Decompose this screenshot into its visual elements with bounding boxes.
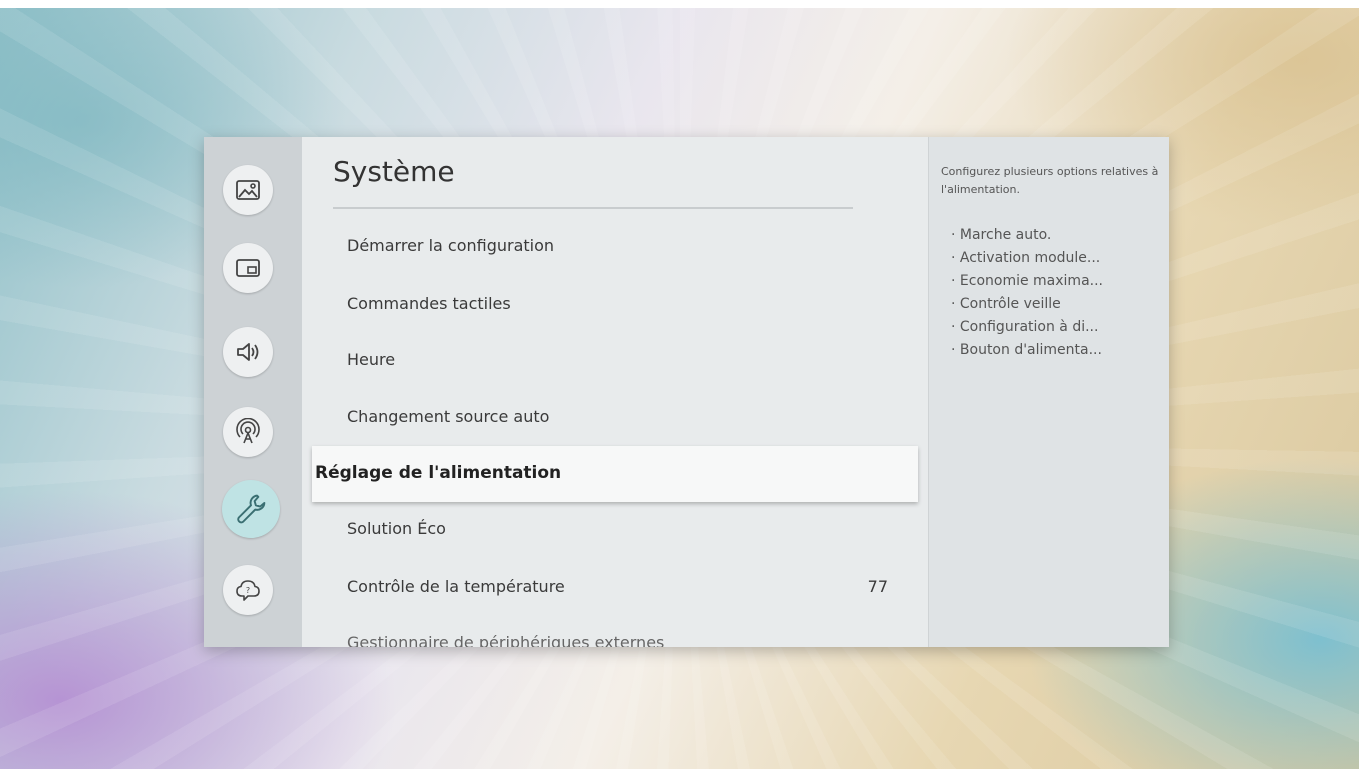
description-pane: Configurez plusieurs options relatives à…: [928, 137, 1169, 647]
page-title: Système: [333, 155, 455, 188]
list-item: · Contrôle veille: [951, 296, 1061, 312]
settings-panel: ? Système Démarrer la configuration Comm…: [204, 137, 1169, 647]
menu-item-external-devices[interactable]: Gestionnaire de périphériques externes: [302, 605, 928, 647]
list-item: · Configuration à di...: [951, 319, 1099, 335]
menu-item-time[interactable]: Heure: [302, 333, 928, 389]
menu-item-label: Gestionnaire de périphériques externes: [347, 633, 665, 647]
menu-item-label: Démarrer la configuration: [347, 236, 555, 255]
list-item: · Marche auto.: [951, 227, 1052, 243]
wrench-icon: [237, 494, 266, 524]
list-item: · Activation module...: [951, 250, 1101, 266]
rail-item-sound[interactable]: [223, 327, 273, 377]
menu-item-label: Contrôle de la température: [347, 577, 565, 596]
sound-icon: [237, 343, 259, 361]
menu-item-power-settings[interactable]: Réglage de l'alimentation: [312, 446, 918, 502]
rail-item-general[interactable]: [222, 480, 280, 538]
option-list: · Marche auto. · Activation module... · …: [951, 227, 1166, 365]
broadcast-icon: [236, 418, 260, 444]
picture-in-picture-icon: [236, 259, 260, 277]
rail-item-picture[interactable]: [223, 165, 273, 215]
menu-item-label: Commandes tactiles: [347, 294, 511, 313]
menu-item-label: Heure: [347, 350, 396, 369]
menu-item-auto-source[interactable]: Changement source auto: [302, 390, 928, 446]
menu-item-eco-solution[interactable]: Solution Éco: [302, 502, 928, 558]
menu-item-label: Changement source auto: [347, 407, 550, 426]
list-item: · Bouton d'alimenta...: [951, 342, 1102, 358]
picture-icon: [236, 180, 260, 200]
rail-item-support[interactable]: ?: [223, 565, 273, 615]
rail-item-broadcast[interactable]: [223, 407, 273, 457]
system-menu: Système Démarrer la configuration Comman…: [302, 137, 928, 647]
menu-item-touch-controls[interactable]: Commandes tactiles: [302, 277, 928, 333]
category-rail: ?: [204, 137, 302, 647]
top-border: [0, 0, 1359, 8]
support-icon: ?: [236, 580, 260, 601]
menu-item-value: 77: [867, 577, 888, 596]
list-item: · Economie maxima...: [951, 273, 1103, 289]
description-text: Configurez plusieurs options relatives à…: [941, 165, 1159, 196]
svg-text:?: ?: [246, 586, 250, 595]
menu-item-label: Solution Éco: [347, 519, 446, 538]
title-divider: [333, 207, 853, 209]
rail-item-pip[interactable]: [223, 243, 273, 293]
menu-item-label: Réglage de l'alimentation: [315, 463, 562, 483]
menu-item-start-setup[interactable]: Démarrer la configuration: [302, 219, 928, 275]
